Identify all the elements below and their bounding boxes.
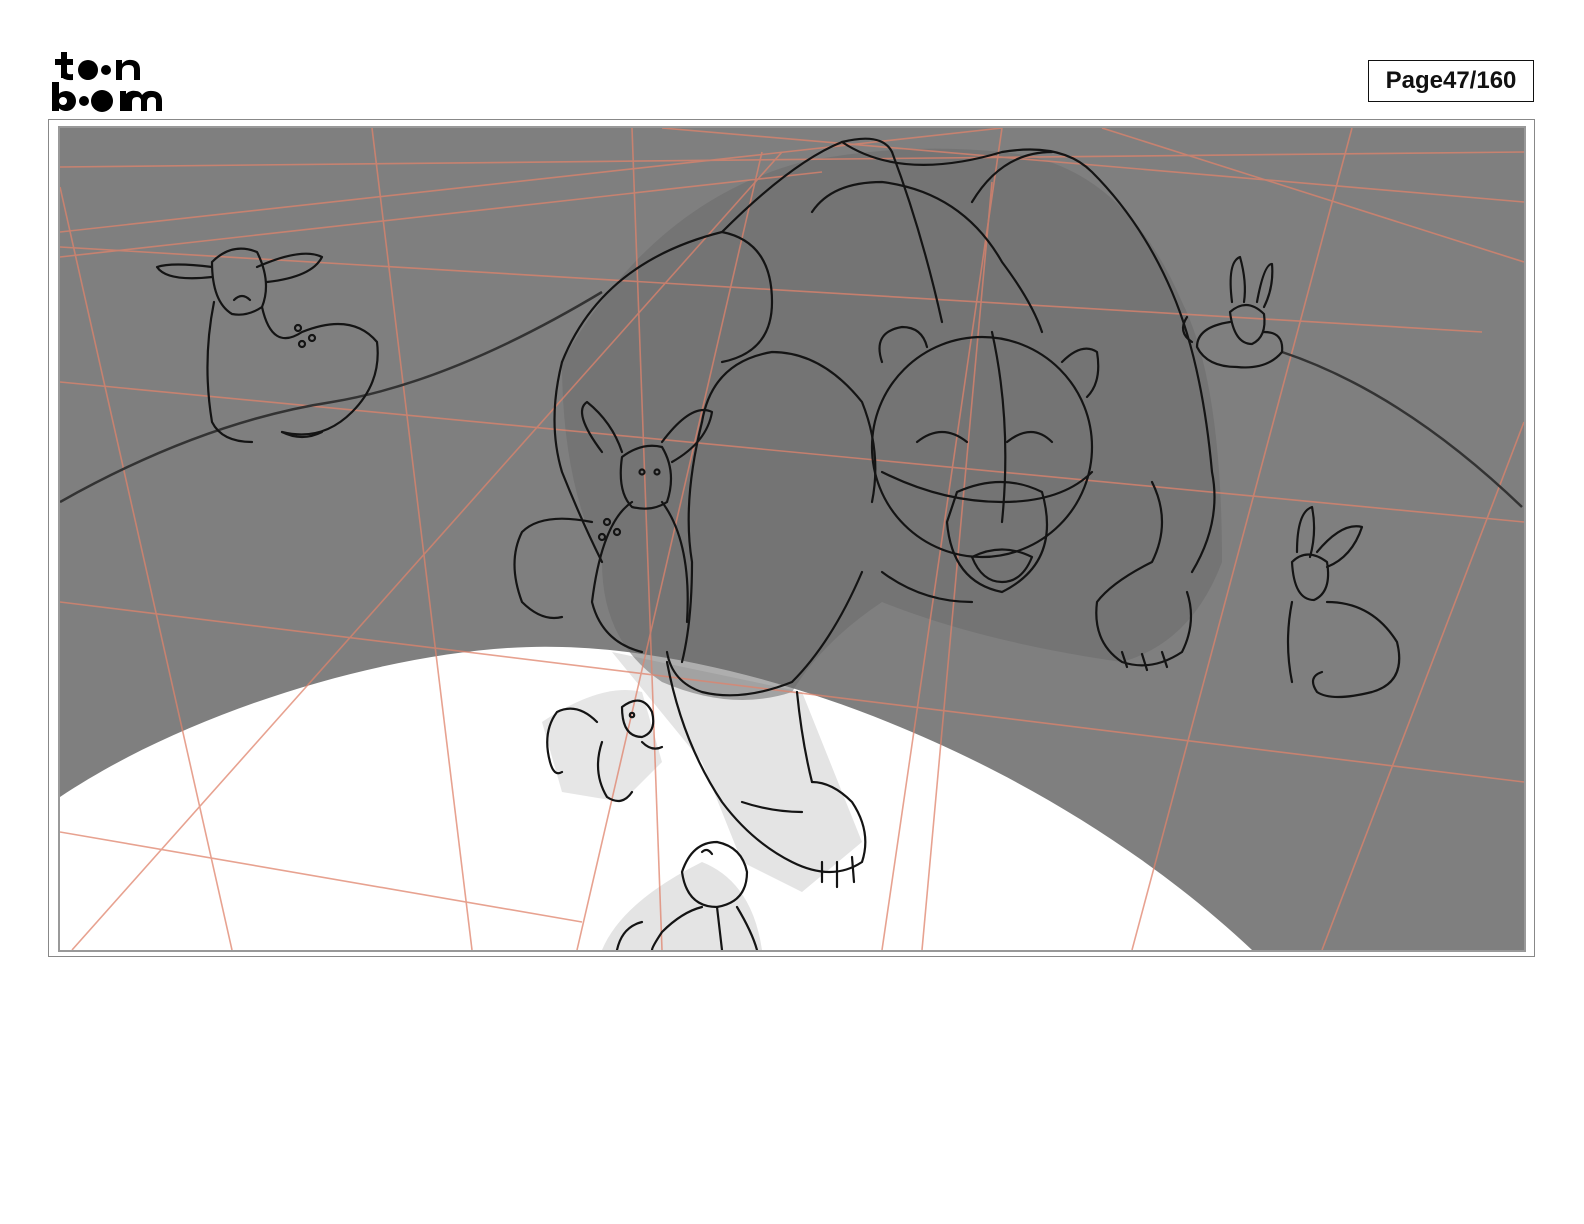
page-label: Page [1385,67,1443,94]
page-number: 47/160 [1442,67,1517,94]
toon-boom-logo [50,50,168,114]
storyboard-panel [58,126,1526,952]
panel-sketch [60,128,1524,950]
page-indicator: Page 47/160 [1368,60,1534,102]
toon-boom-logo-mark [52,52,162,112]
